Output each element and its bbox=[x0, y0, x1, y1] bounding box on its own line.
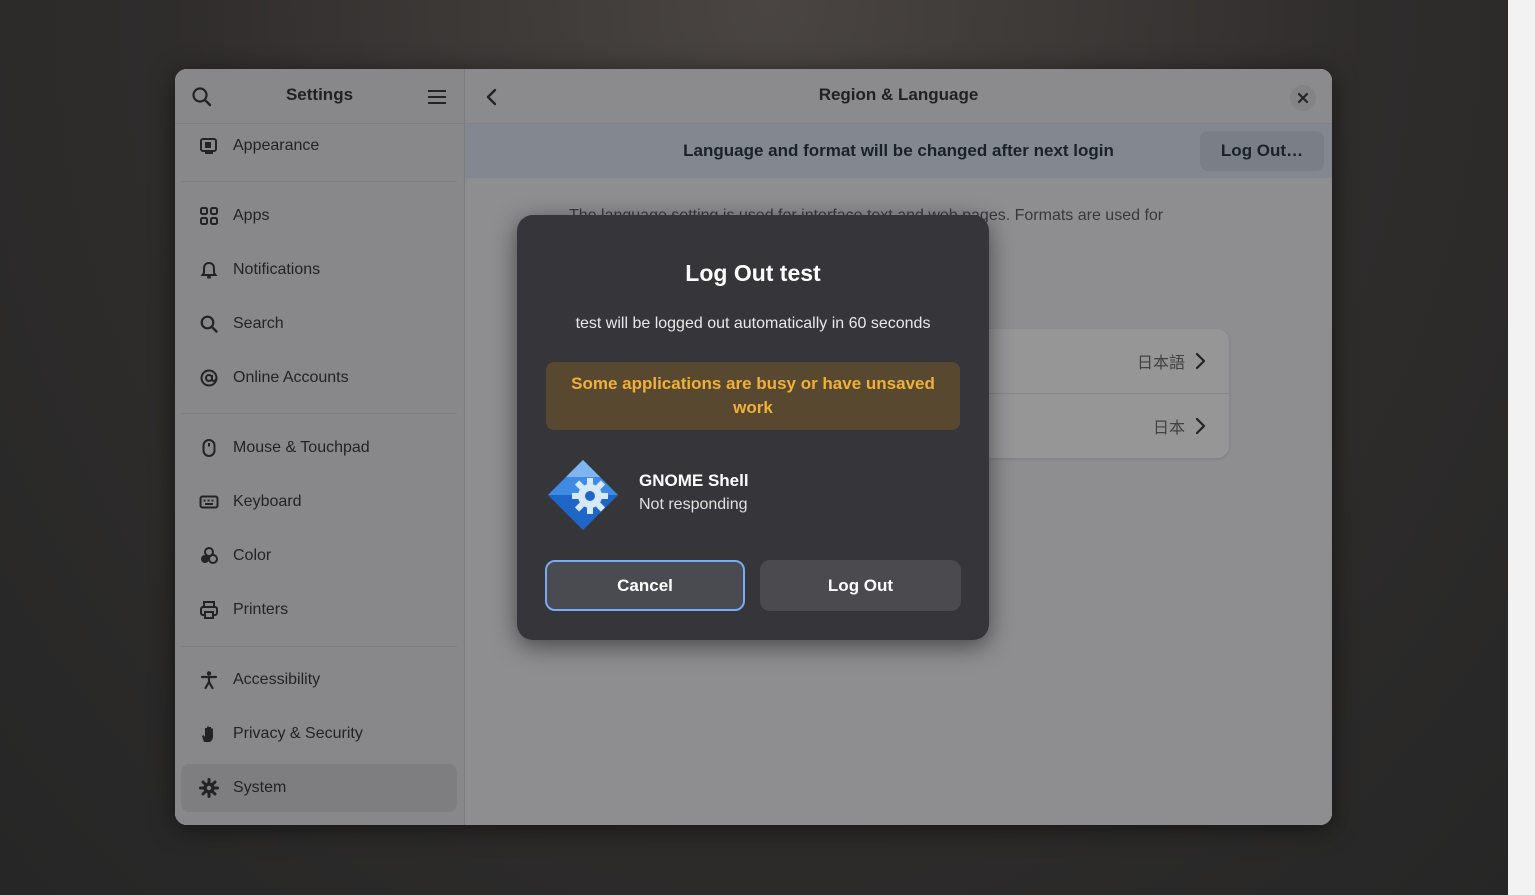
warning-box: Some applications are busy or have unsav… bbox=[546, 362, 960, 430]
desktop-edge bbox=[1508, 0, 1535, 895]
dialog-subtitle: test will be logged out automatically in… bbox=[575, 315, 931, 332]
warning-text: Some applications are busy or have unsav… bbox=[571, 374, 935, 417]
logout-dialog: Log Out test test will be logged out aut… bbox=[517, 215, 989, 640]
gnome-shell-app-icon bbox=[548, 460, 618, 530]
app-status: Not responding bbox=[639, 496, 748, 513]
cancel-button[interactable]: Cancel bbox=[545, 560, 745, 611]
dialog-title: Log Out test bbox=[685, 260, 821, 286]
logout-button[interactable]: Log Out bbox=[760, 560, 961, 611]
app-name: GNOME Shell bbox=[639, 471, 749, 490]
